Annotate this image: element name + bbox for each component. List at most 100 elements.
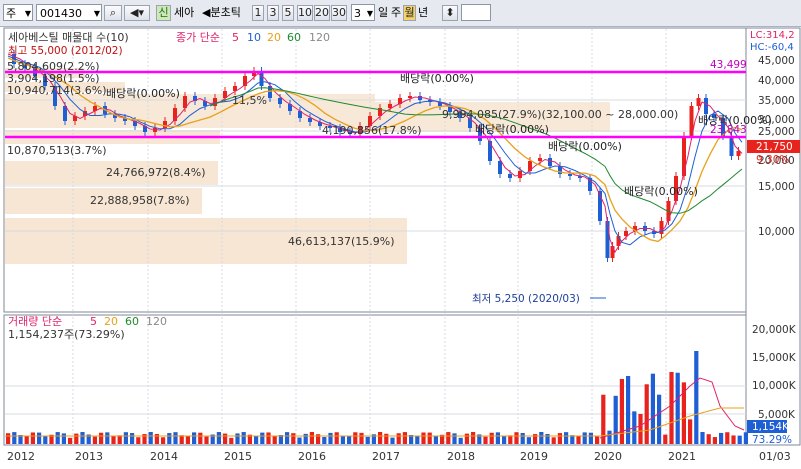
unit-day[interactable]: 일 bbox=[378, 5, 388, 21]
stock-code-value: 001430 bbox=[40, 7, 82, 20]
volume-bar bbox=[285, 432, 290, 444]
volume-bar bbox=[595, 436, 600, 444]
volume-bar bbox=[557, 433, 562, 444]
volume-bar bbox=[74, 433, 79, 444]
volume-bar bbox=[328, 432, 333, 444]
stock-chart[interactable]: 세아베스틸 매물대 수(10) 종가 단순 5 10 20 60 120 최고 … bbox=[0, 26, 801, 465]
volume-bar bbox=[613, 395, 618, 444]
volume-bar bbox=[700, 432, 705, 444]
min-price-label: 최저 5,250 (2020/03) bbox=[472, 293, 580, 305]
volume-bar bbox=[111, 435, 116, 444]
unit-month[interactable]: 월 bbox=[403, 5, 416, 21]
volume-bar bbox=[390, 437, 395, 444]
signal-badge[interactable]: 신 bbox=[156, 5, 171, 21]
volume-title: 거래량 단순 bbox=[8, 315, 62, 328]
period-button-5[interactable]: 5 bbox=[282, 5, 294, 21]
period-button-30[interactable]: 30 bbox=[331, 5, 347, 21]
volume-bar bbox=[725, 432, 730, 444]
volume-bar bbox=[353, 432, 358, 444]
count-value: 3 bbox=[354, 7, 361, 20]
profile-label: 24,766,972(8.4%) bbox=[106, 166, 206, 179]
volume-bar bbox=[737, 435, 742, 444]
ma20-label: 20 bbox=[267, 31, 281, 44]
volume-bar bbox=[297, 437, 302, 444]
volume-bar bbox=[204, 436, 209, 444]
unit-year[interactable]: 년 bbox=[418, 5, 428, 21]
extra-input[interactable] bbox=[461, 4, 491, 21]
ma120-label: 120 bbox=[309, 31, 330, 44]
candle-body bbox=[696, 98, 701, 106]
market-select[interactable]: 주 ▼ bbox=[3, 4, 33, 21]
volume-bar bbox=[415, 436, 420, 444]
volume-bar bbox=[30, 432, 35, 444]
volume-bar bbox=[229, 437, 234, 444]
volume-bar bbox=[43, 436, 48, 444]
volume-bar bbox=[347, 435, 352, 444]
y-tick: 10,000 bbox=[758, 226, 795, 238]
x-tick-label: 2017 bbox=[372, 450, 400, 463]
hc-label: HC:-60,4 bbox=[750, 42, 794, 53]
market-select-value: 주 bbox=[6, 7, 17, 20]
volume-bar bbox=[161, 437, 166, 444]
candle-body bbox=[682, 136, 686, 176]
volume-bar bbox=[148, 432, 153, 444]
last-volume-pct: 73.29% bbox=[752, 434, 792, 446]
chevron-down-icon: ▼ bbox=[93, 9, 100, 18]
unit-week[interactable]: 주 bbox=[391, 5, 401, 21]
last-volume-value: 1,154K bbox=[752, 421, 790, 433]
candle-body bbox=[508, 174, 512, 178]
volume-bar bbox=[136, 437, 141, 444]
y-tick: 45,000 bbox=[758, 55, 795, 67]
volume-bar bbox=[365, 436, 370, 444]
max-price-label: 최고 55,000 (2012/02) bbox=[8, 45, 123, 57]
volume-bar bbox=[743, 432, 748, 444]
candle-body bbox=[610, 246, 615, 258]
volume-bar bbox=[92, 436, 97, 444]
candle-body bbox=[704, 98, 708, 114]
volume-bar bbox=[588, 432, 593, 444]
x-tick-label: 2012 bbox=[7, 450, 35, 463]
volume-bar bbox=[402, 432, 407, 444]
volume-bar bbox=[272, 436, 277, 444]
volume-bar bbox=[570, 435, 575, 444]
volume-bar bbox=[235, 433, 240, 444]
ma-label: 종가 단순 bbox=[176, 31, 220, 44]
volume-bar bbox=[359, 432, 364, 444]
period-button-1[interactable]: 1 bbox=[252, 5, 264, 21]
ma60-label: 60 bbox=[287, 31, 301, 44]
x-tick-label: 2013 bbox=[75, 450, 103, 463]
chevron-down-icon: ▼ bbox=[366, 9, 373, 18]
volume-bar bbox=[452, 433, 457, 444]
volume-bar bbox=[719, 432, 724, 444]
volume-bar bbox=[545, 433, 550, 444]
candle-body bbox=[538, 158, 542, 161]
volume-bar bbox=[322, 437, 327, 444]
count-select[interactable]: 3 ▼ bbox=[351, 4, 375, 21]
chevron-down-icon: ▼ bbox=[24, 9, 31, 18]
volume-bar bbox=[508, 435, 513, 444]
volume-bar bbox=[6, 433, 11, 444]
volume-bar bbox=[24, 436, 29, 444]
chart-area[interactable]: 세아베스틸 매물대 수(10) 종가 단순 5 10 20 60 120 최고 … bbox=[0, 26, 801, 465]
candle-body bbox=[548, 158, 552, 166]
ma5-label: 5 bbox=[232, 31, 239, 44]
period-button-10[interactable]: 10 bbox=[297, 5, 313, 21]
volume-bar bbox=[421, 432, 426, 444]
y-tick: 35,000 bbox=[758, 95, 795, 107]
volume-bar bbox=[254, 436, 259, 444]
stock-code-input[interactable]: 001430 ▼ bbox=[36, 4, 102, 21]
volume-bar bbox=[669, 372, 674, 444]
price-panel-title: 세아베스틸 매물대 수(10) bbox=[8, 31, 129, 44]
volume-bar bbox=[384, 433, 389, 444]
scroll-updown-button[interactable]: ⬍ bbox=[442, 5, 458, 21]
period-button-20[interactable]: 20 bbox=[314, 5, 330, 21]
x-tick-label: 2018 bbox=[447, 450, 475, 463]
sound-button[interactable]: ◀▾ bbox=[124, 5, 150, 21]
period-button-3[interactable]: 3 bbox=[267, 5, 279, 21]
candle-body bbox=[568, 174, 572, 176]
search-button[interactable]: ⌕ bbox=[104, 5, 122, 21]
period-prefix[interactable]: ◀분초틱 bbox=[202, 5, 241, 21]
volume-bar bbox=[260, 432, 265, 444]
x-tick-label: 2019 bbox=[520, 450, 548, 463]
volume-bar bbox=[55, 432, 60, 444]
